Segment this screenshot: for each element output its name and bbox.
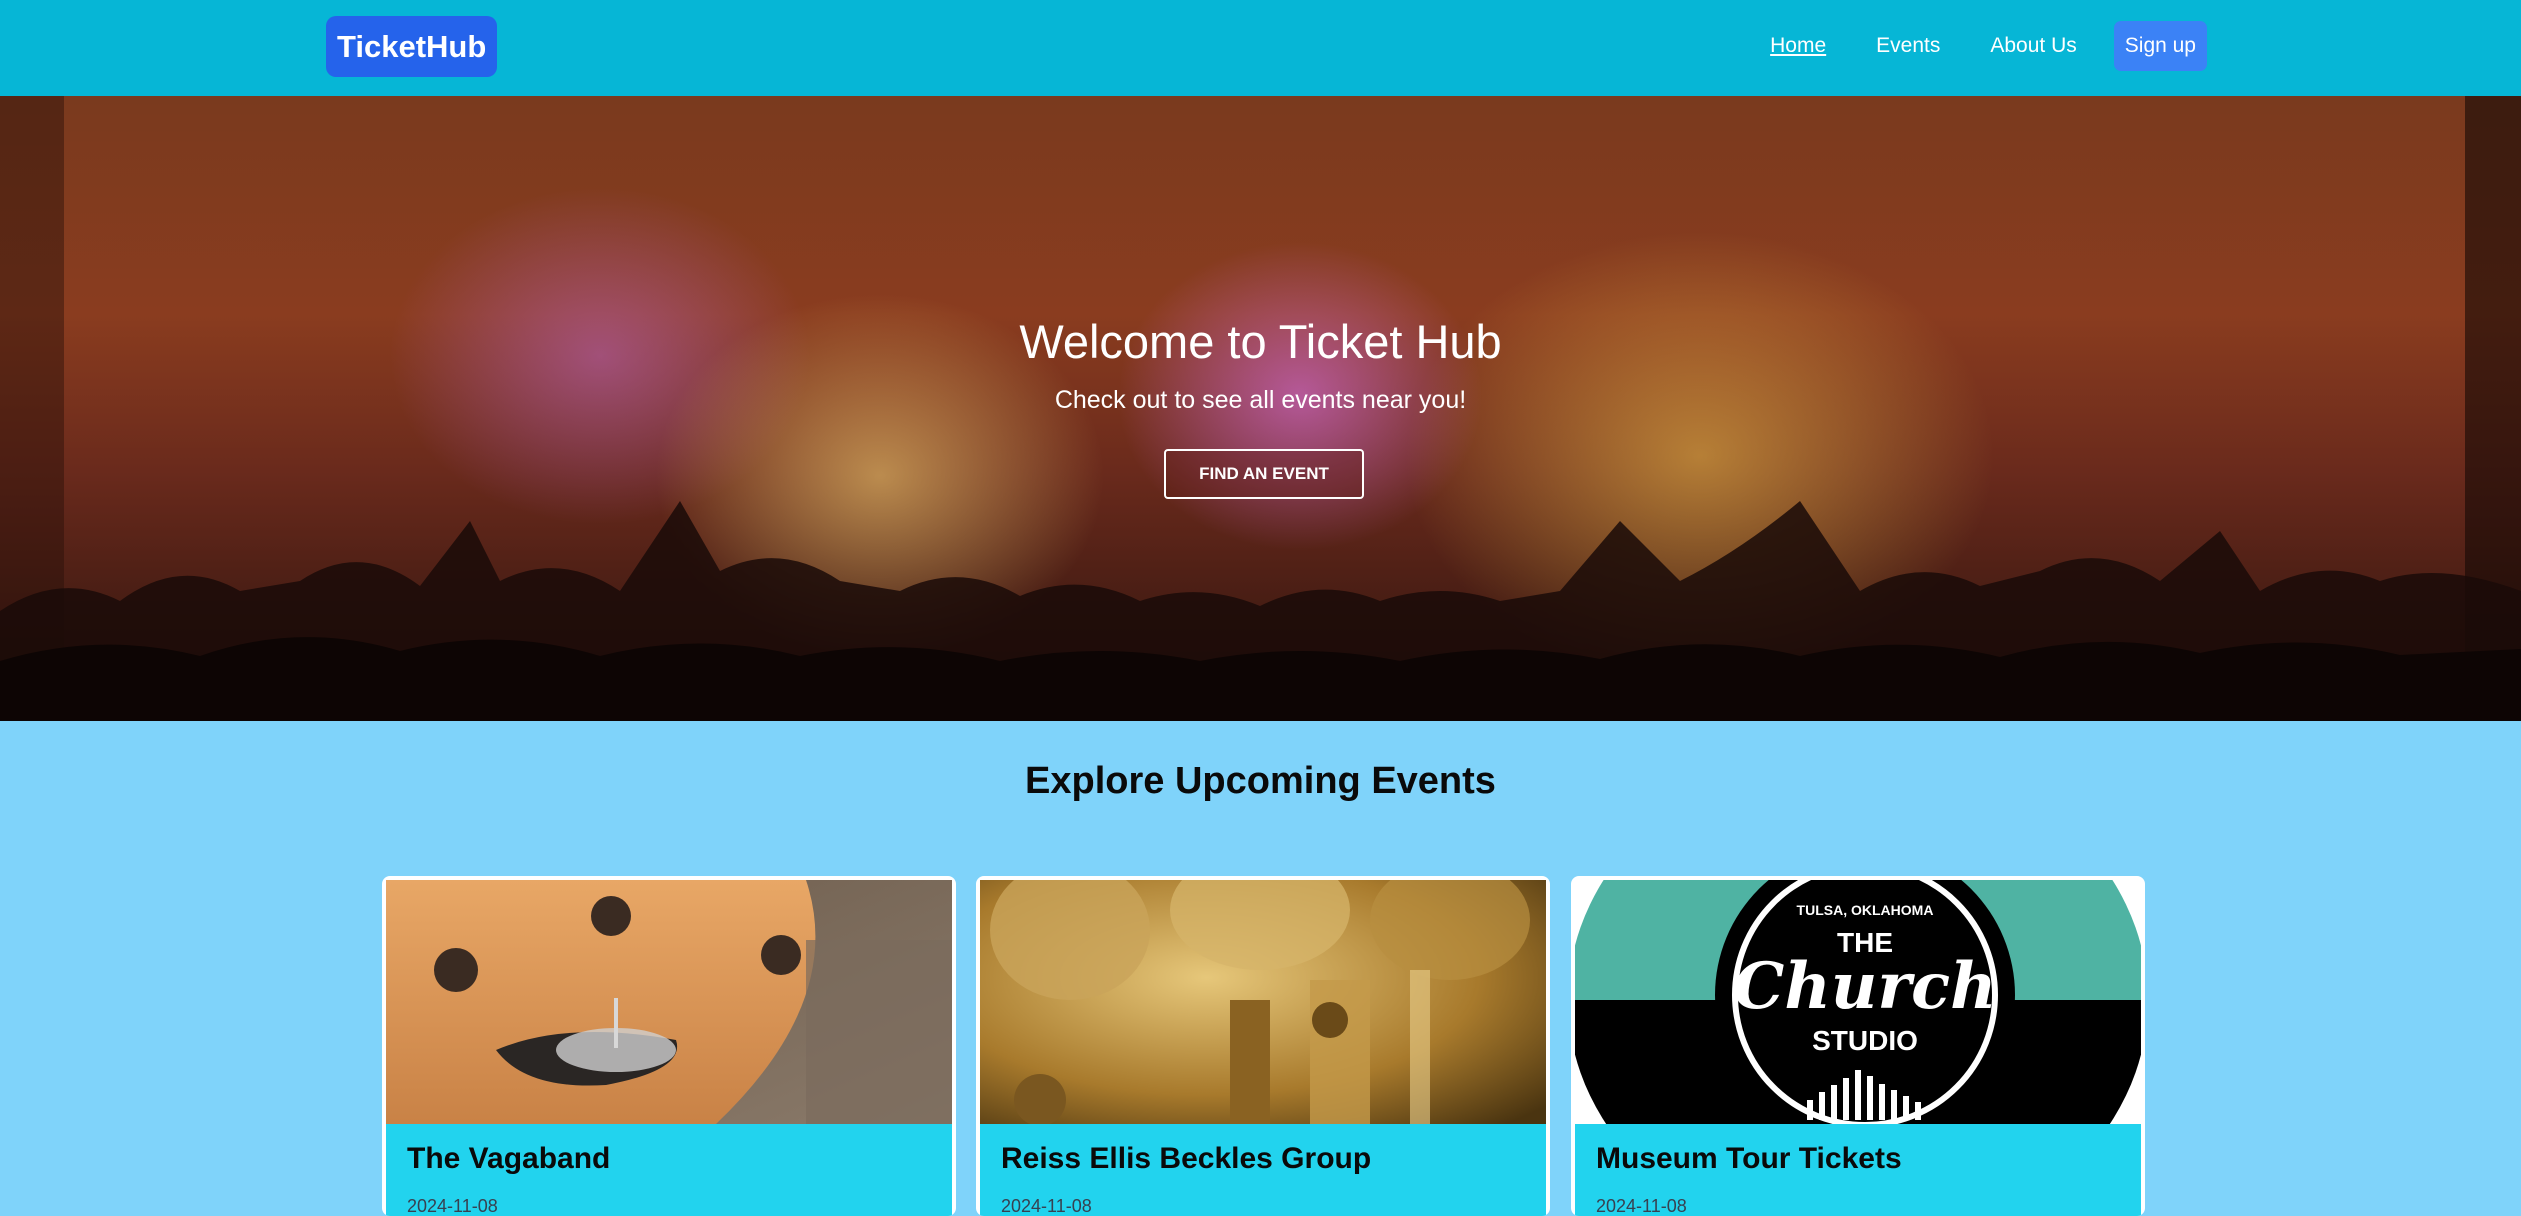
hero-title: Welcome to Ticket Hub xyxy=(1019,315,1502,368)
event-image-saxophone[interactable] xyxy=(980,880,1546,1124)
event-image-tambourine[interactable] xyxy=(386,880,952,1124)
nav-link-events[interactable]: Events xyxy=(1851,34,1965,58)
event-title[interactable]: Museum Tour Tickets xyxy=(1596,1142,1902,1176)
event-date: 2024-11-08 xyxy=(1596,1196,1687,1216)
event-card[interactable]: TULSA, OKLAHOMA THE Church STUDIO Museum… xyxy=(1571,876,2145,1216)
nav-link-about-us[interactable]: About Us xyxy=(1965,34,2101,58)
event-card-body: Museum Tour Tickets 2024-11-08 xyxy=(1575,1124,2141,1216)
event-card[interactable]: The Vagaband 2024-11-08 xyxy=(382,876,956,1216)
navbar: TicketHub Home Events About Us Sign up xyxy=(0,0,2521,96)
event-card-body: Reiss Ellis Beckles Group 2024-11-08 xyxy=(980,1124,1546,1216)
event-image-church-studio-logo[interactable]: TULSA, OKLAHOMA THE Church STUDIO xyxy=(1575,880,2141,1124)
event-card[interactable]: Reiss Ellis Beckles Group 2024-11-08 xyxy=(976,876,1550,1216)
section-title: Explore Upcoming Events xyxy=(1025,760,1496,802)
logo-arc-text: TULSA, OKLAHOMA xyxy=(1797,902,1934,918)
hero-subtitle: Check out to see all events near you! xyxy=(1054,386,1467,414)
nav-link-home[interactable]: Home xyxy=(1745,34,1851,58)
event-date: 2024-11-08 xyxy=(1001,1196,1092,1216)
event-title[interactable]: Reiss Ellis Beckles Group xyxy=(1001,1142,1371,1176)
logo-studio-text: STUDIO xyxy=(1812,1025,1918,1056)
event-card-body: The Vagaband 2024-11-08 xyxy=(386,1124,952,1216)
brand-logo[interactable]: TicketHub xyxy=(326,16,498,77)
find-event-button[interactable]: FIND AN EVENT xyxy=(1164,449,1364,499)
hero-content: Welcome to Ticket Hub Check out to see a… xyxy=(0,96,2521,721)
nav-links: Home Events About Us Sign up xyxy=(1745,20,2207,72)
event-title[interactable]: The Vagaband xyxy=(407,1142,610,1176)
logo-church-text: Church xyxy=(1733,949,1996,1024)
event-date: 2024-11-08 xyxy=(407,1196,498,1216)
signup-button[interactable]: Sign up xyxy=(2113,21,2207,71)
hero-banner: Welcome to Ticket Hub Check out to see a… xyxy=(0,96,2521,721)
